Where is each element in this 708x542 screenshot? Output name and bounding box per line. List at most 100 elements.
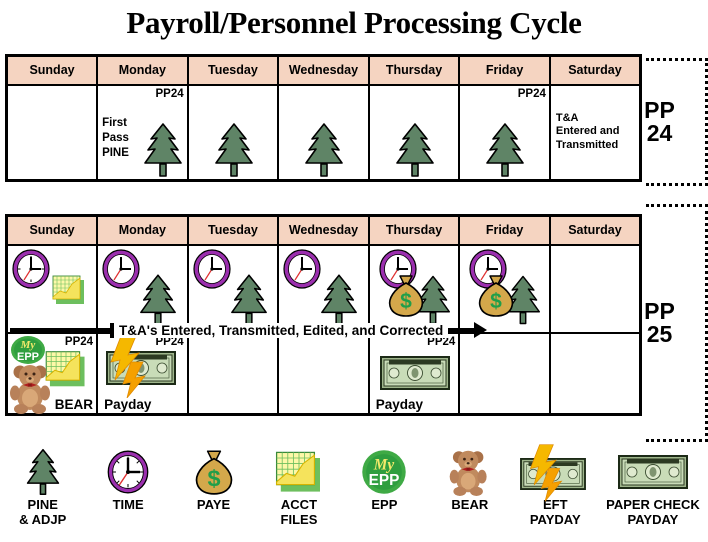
legend-item-paper-check-payday: PAPER CHECK PAYDAY: [598, 448, 708, 542]
pp24-cell-monday[interactable]: PP24 First Pass PINE: [96, 83, 189, 182]
dollar-bill-icon: [379, 355, 450, 390]
svg-text:EPP: EPP: [369, 472, 400, 489]
legend-item-epp: My EPP EPP: [342, 448, 427, 542]
legend-label: TIME: [112, 497, 144, 512]
pine-tree-icon: [394, 122, 436, 178]
epp-badge-icon: My EPP: [352, 448, 416, 496]
pp24-cell-tuesday[interactable]: [186, 83, 280, 182]
svg-text:$: $: [400, 290, 412, 313]
pp24-week-row: PP24 First Pass PINE PP24 T&A Entered an…: [5, 83, 642, 182]
pp24-calendar-block: Sunday Monday Tuesday Wednesday Thursday…: [5, 54, 642, 182]
day-header-thursday: Thursday: [367, 54, 461, 86]
day-header-monday: Monday: [96, 54, 189, 86]
lightning-bolt-icon: [105, 335, 151, 398]
pp25-week-row-2: PP24 My EPP BEAR PP24 Payday PP24 Payday: [5, 331, 642, 416]
day-header-tuesday: Tuesday: [186, 214, 280, 246]
pine-tree-icon: [213, 122, 255, 178]
legend-label: ACCT FILES: [280, 497, 318, 527]
pp25-calendar-block: Sunday Monday Tuesday Wednesday Thursday…: [5, 214, 642, 416]
pine-tree-icon: [484, 122, 526, 178]
pp25-r1-cell-sunday[interactable]: [5, 243, 99, 334]
pp24-cell-sunday[interactable]: [5, 83, 99, 182]
day-header-friday: Friday: [458, 54, 551, 86]
day-header-friday: Friday: [458, 214, 551, 246]
svg-text:$: $: [207, 465, 220, 491]
legend-label: PAYE: [196, 497, 231, 512]
pine-tree-icon: [303, 122, 345, 178]
pp25-r2-cell-sunday[interactable]: PP24 My EPP BEAR: [5, 331, 99, 416]
pp-tag: PP24: [155, 335, 184, 348]
day-header-tuesday: Tuesday: [186, 54, 280, 86]
page-title: Payroll/Personnel Processing Cycle: [126, 5, 582, 40]
pp-tag: PP24: [517, 87, 546, 100]
legend-label: PINE & ADJP: [19, 497, 67, 527]
lightning-bolt-icon: [525, 444, 567, 502]
day-header-saturday: Saturday: [548, 214, 642, 246]
bear-icon: [438, 448, 502, 496]
pp-tag: PP24: [155, 87, 184, 100]
day-header-wednesday: Wednesday: [277, 214, 370, 246]
legend-item-paye: $ PAYE: [171, 448, 256, 542]
pine-tree-icon: [142, 122, 184, 178]
pine-tree-icon: [138, 273, 178, 327]
pp24-cell-wednesday[interactable]: [277, 83, 370, 182]
pp25-r2-cell-friday[interactable]: [458, 331, 551, 416]
pp25-r1-cell-friday[interactable]: $: [458, 243, 551, 334]
bear-icon: [10, 362, 54, 414]
clock-icon: [192, 248, 232, 290]
cell-label: Payday: [104, 397, 152, 412]
legend-item-time: TIME: [85, 448, 170, 542]
pp24-header-row: Sunday Monday Tuesday Wednesday Thursday…: [5, 54, 642, 86]
legend-item-acct-files: ACCT FILES: [256, 448, 341, 542]
pp25-r1-cell-thursday[interactable]: $: [367, 243, 461, 334]
pp24-cell-thursday[interactable]: [367, 83, 461, 182]
day-header-saturday: Saturday: [548, 54, 642, 86]
legend: PINE & ADJP TIME $ PAYE ACCT FILES My EP…: [0, 444, 708, 542]
legend-label: EPP: [371, 497, 398, 512]
money-bag-icon: $: [385, 273, 427, 318]
pp25-r2-cell-tuesday[interactable]: [186, 331, 280, 416]
pp25-r1-cell-monday[interactable]: [96, 243, 189, 334]
eft-payday-icon: [513, 444, 597, 502]
acct-files-icon: [267, 448, 331, 496]
pp25-r2-cell-thursday[interactable]: PP24 Payday: [367, 331, 461, 416]
pp24-bracket-label: PP 24: [644, 97, 675, 146]
money-bag-icon: $: [182, 448, 246, 496]
epp-badge-icon: My EPP: [10, 335, 46, 365]
pp25-r1-cell-saturday[interactable]: [548, 243, 642, 334]
cell-label: Payday: [375, 397, 424, 412]
pp24-cell-saturday[interactable]: T&A Entered and Transmitted: [548, 83, 642, 182]
clock-icon: [282, 248, 322, 290]
clock-icon: [11, 248, 51, 290]
pp24-cell-friday[interactable]: PP24: [458, 83, 551, 182]
pp25-calendar-table: Sunday Monday Tuesday Wednesday Thursday…: [5, 214, 642, 416]
legend-label: PAPER CHECK PAYDAY: [606, 497, 700, 527]
day-header-monday: Monday: [96, 214, 189, 246]
pp25-r1-cell-tuesday[interactable]: [186, 243, 280, 334]
pp-tag: PP24: [64, 335, 94, 348]
legend-label: BEAR: [451, 497, 489, 512]
pp25-r2-cell-saturday[interactable]: [548, 331, 642, 416]
pp24-bracket: PP 24: [644, 58, 708, 186]
clock-icon: [96, 448, 160, 496]
pp25-week-row-1: $ $: [5, 243, 642, 334]
legend-item-eft-payday: EFT PAYDAY: [513, 444, 598, 542]
pp25-r2-cell-wednesday[interactable]: [277, 331, 370, 416]
clock-icon: [101, 248, 141, 290]
pine-tree-icon: [319, 273, 359, 327]
pp25-header-row: Sunday Monday Tuesday Wednesday Thursday…: [5, 214, 642, 246]
legend-item-pine: PINE & ADJP: [0, 448, 85, 542]
cell-note: T&A Entered and Transmitted: [555, 111, 620, 151]
pp-tag: PP24: [427, 335, 456, 348]
pp25-bracket: PP 25: [644, 204, 708, 442]
acct-files-icon: [52, 275, 86, 305]
legend-item-bear: BEAR: [427, 448, 512, 542]
pp24-calendar-table: Sunday Monday Tuesday Wednesday Thursday…: [5, 54, 642, 182]
cell-label: BEAR: [54, 397, 94, 412]
pp25-r1-cell-wednesday[interactable]: [277, 243, 370, 334]
svg-text:My: My: [20, 339, 36, 351]
paper-check-icon: [598, 448, 708, 496]
pp25-r2-cell-monday[interactable]: PP24 Payday: [96, 331, 189, 416]
pine-tree-icon: [11, 448, 75, 496]
pine-tree-icon: [229, 273, 269, 327]
